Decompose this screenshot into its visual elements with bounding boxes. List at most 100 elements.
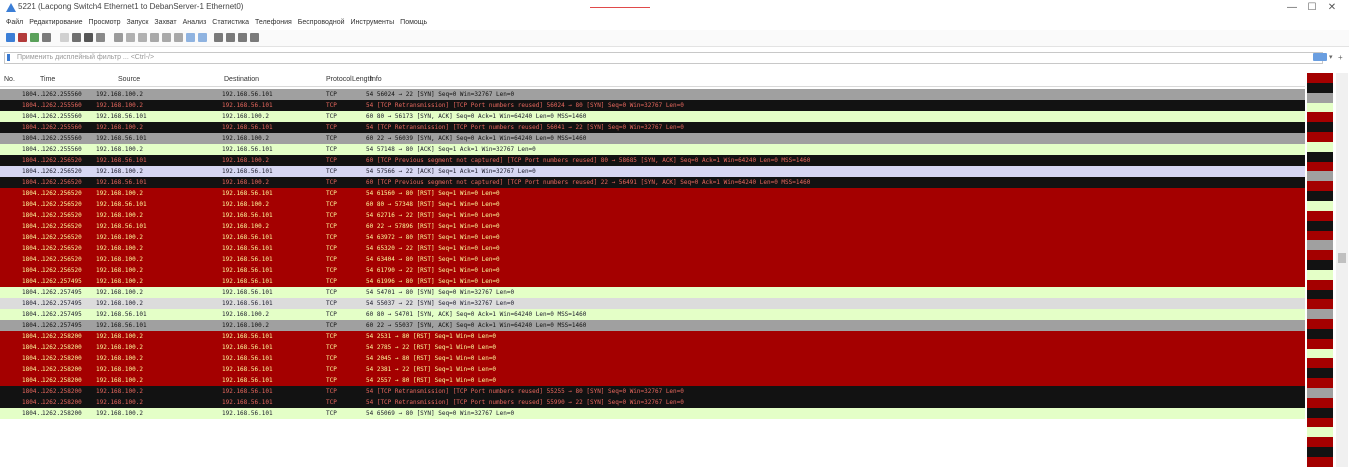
packet-minimap[interactable] bbox=[1307, 73, 1333, 467]
packet-row[interactable]: 1804.. 1262.258200 192.168.100.2 192.168.56… bbox=[0, 408, 1305, 419]
packet-row[interactable]: 1804.. 1262.256520 192.168.56.101 192.168.1… bbox=[0, 177, 1305, 188]
find-packet-icon[interactable] bbox=[114, 33, 123, 42]
close-button[interactable]: ✕ bbox=[1322, 1, 1342, 15]
column-header-no[interactable]: No. bbox=[4, 76, 15, 83]
packet-proto-cell: TCP bbox=[326, 223, 337, 230]
column-header-destination[interactable]: Destination bbox=[224, 76, 259, 83]
packet-row[interactable]: 1804.. 1262.257495 192.168.100.2 192.168.56… bbox=[0, 276, 1305, 287]
packet-row[interactable]: 1804.. 1262.256520 192.168.100.2 192.168.56… bbox=[0, 232, 1305, 243]
menu-item-4[interactable]: Захват bbox=[154, 17, 176, 29]
packet-dst-cell: 192.168.100.2 bbox=[222, 113, 269, 120]
capture-options-icon[interactable] bbox=[42, 33, 51, 42]
packet-row[interactable]: 1804.. 1262.255560 192.168.100.2 192.168.56… bbox=[0, 89, 1305, 100]
menu-item-7[interactable]: Телефония bbox=[255, 17, 292, 29]
packet-proto-cell: TCP bbox=[326, 355, 337, 362]
packet-src-cell: 192.168.100.2 bbox=[96, 377, 143, 384]
minimap-stripe bbox=[1307, 417, 1333, 428]
display-filter-input[interactable]: Применить дисплейный фильтр ... <Ctrl-/> bbox=[4, 52, 1323, 64]
maximize-button[interactable]: ☐ bbox=[1302, 1, 1322, 15]
column-header-source[interactable]: Source bbox=[118, 76, 140, 83]
packet-row[interactable]: 1804.. 1262.256520 192.168.56.101 192.168.1… bbox=[0, 221, 1305, 232]
packet-proto-cell: TCP bbox=[326, 157, 337, 164]
packet-row[interactable]: 1804.. 1262.257495 192.168.56.101 192.168.1… bbox=[0, 309, 1305, 320]
packet-row[interactable]: 1804.. 1262.256520 192.168.100.2 192.168.56… bbox=[0, 254, 1305, 265]
normal-size-icon[interactable] bbox=[238, 33, 247, 42]
menu-item-8[interactable]: Беспроводной bbox=[298, 17, 345, 29]
reload-file-icon[interactable] bbox=[96, 33, 105, 42]
packet-row[interactable]: 1804.. 1262.258200 192.168.100.2 192.168.56… bbox=[0, 364, 1305, 375]
menu-item-9[interactable]: Инструменты bbox=[351, 17, 395, 29]
packet-row[interactable]: 1804.. 1262.256520 192.168.100.2 192.168.56… bbox=[0, 265, 1305, 276]
packet-proto-cell: TCP bbox=[326, 124, 337, 131]
go-forward-icon[interactable] bbox=[138, 33, 147, 42]
menu-item-10[interactable]: Помощь bbox=[400, 17, 427, 29]
packet-row[interactable]: 1804.. 1262.258200 192.168.100.2 192.168.56… bbox=[0, 386, 1305, 397]
packet-row[interactable]: 1804.. 1262.255560 192.168.100.2 192.168.56… bbox=[0, 122, 1305, 133]
close-file-icon[interactable] bbox=[84, 33, 93, 42]
packet-row[interactable]: 1804.. 1262.256520 192.168.100.2 192.168.56… bbox=[0, 210, 1305, 221]
apply-filter-button[interactable] bbox=[1313, 53, 1327, 61]
menu-item-3[interactable]: Запуск bbox=[127, 17, 149, 29]
vertical-scrollbar[interactable] bbox=[1336, 73, 1348, 467]
packet-row[interactable]: 1804.. 1262.258200 192.168.100.2 192.168.56… bbox=[0, 375, 1305, 386]
packet-time-cell: 1262.256520 bbox=[42, 234, 82, 241]
packet-row[interactable]: 1804.. 1262.256520 192.168.100.2 192.168.56… bbox=[0, 243, 1305, 254]
packet-row[interactable]: 1804.. 1262.257495 192.168.100.2 192.168.56… bbox=[0, 287, 1305, 298]
stop-capture-icon[interactable] bbox=[18, 33, 27, 42]
column-header-protocol[interactable]: Protocol bbox=[326, 76, 352, 83]
packet-no-cell: 1804.. bbox=[22, 234, 44, 241]
go-back-icon[interactable] bbox=[126, 33, 135, 42]
column-header-time[interactable]: Time bbox=[40, 76, 55, 83]
add-filter-button[interactable]: + bbox=[1338, 53, 1346, 62]
packet-row[interactable]: 1804.. 1262.256520 192.168.100.2 192.168.56… bbox=[0, 166, 1305, 177]
last-packet-icon[interactable] bbox=[174, 33, 183, 42]
packet-row[interactable]: 1804.. 1262.258200 192.168.100.2 192.168.56… bbox=[0, 331, 1305, 342]
packet-row[interactable]: 1804.. 1262.258200 192.168.100.2 192.168.56… bbox=[0, 397, 1305, 408]
menu-item-1[interactable]: Редактирование bbox=[29, 17, 82, 29]
go-to-packet-icon[interactable] bbox=[150, 33, 159, 42]
minimap-stripe bbox=[1307, 73, 1333, 83]
packet-row[interactable]: 1804.. 1262.257495 192.168.56.101 192.168.1… bbox=[0, 320, 1305, 331]
minimap-stripe bbox=[1307, 397, 1333, 408]
packet-row[interactable]: 1804.. 1262.255560 192.168.100.2 192.168.56… bbox=[0, 100, 1305, 111]
minimap-stripe bbox=[1307, 92, 1333, 103]
packet-time-cell: 1262.257495 bbox=[42, 278, 82, 285]
first-packet-icon[interactable] bbox=[162, 33, 171, 42]
start-capture-icon[interactable] bbox=[6, 33, 15, 42]
packet-time-cell: 1262.257495 bbox=[42, 289, 82, 296]
colorize-icon[interactable] bbox=[198, 33, 207, 42]
restart-capture-icon[interactable] bbox=[30, 33, 39, 42]
packet-no-cell: 1804.. bbox=[22, 300, 44, 307]
packet-proto-cell: TCP bbox=[326, 245, 337, 252]
resize-columns-icon[interactable] bbox=[250, 33, 259, 42]
autoscroll-icon[interactable] bbox=[186, 33, 195, 42]
packet-row[interactable]: 1804.. 1262.258200 192.168.100.2 192.168.56… bbox=[0, 342, 1305, 353]
packet-src-cell: 192.168.100.2 bbox=[96, 190, 143, 197]
packet-row[interactable]: 1804.. 1262.257495 192.168.100.2 192.168.56… bbox=[0, 298, 1305, 309]
packet-src-cell: 192.168.100.2 bbox=[96, 256, 143, 263]
packet-row[interactable]: 1804.. 1262.255560 192.168.56.101 192.168.1… bbox=[0, 133, 1305, 144]
menu-item-5[interactable]: Анализ bbox=[183, 17, 207, 29]
save-file-icon[interactable] bbox=[72, 33, 81, 42]
minimize-button[interactable]: — bbox=[1282, 1, 1302, 15]
packet-time-cell: 1262.256520 bbox=[42, 157, 82, 164]
packet-proto-cell: TCP bbox=[326, 135, 337, 142]
packet-row[interactable]: 1804.. 1262.258200 192.168.100.2 192.168.56… bbox=[0, 353, 1305, 364]
column-header-info[interactable]: Info bbox=[370, 76, 382, 83]
menu-item-6[interactable]: Статистика bbox=[212, 17, 249, 29]
packet-row[interactable]: 1804.. 1262.255560 192.168.100.2 192.168.56… bbox=[0, 144, 1305, 155]
menu-item-0[interactable]: Файл bbox=[6, 17, 23, 29]
filter-history-dropdown[interactable]: ▾ bbox=[1329, 53, 1337, 62]
packet-row[interactable]: 1804.. 1262.256520 192.168.56.101 192.168.1… bbox=[0, 155, 1305, 166]
packet-row[interactable]: 1804.. 1262.255560 192.168.56.101 192.168.1… bbox=[0, 111, 1305, 122]
minimap-stripe bbox=[1307, 220, 1333, 231]
menu-item-2[interactable]: Просмотр bbox=[89, 17, 121, 29]
packet-row[interactable]: 1804.. 1262.256520 192.168.100.2 192.168.56… bbox=[0, 188, 1305, 199]
scrollbar-thumb[interactable] bbox=[1338, 253, 1346, 263]
open-file-icon[interactable] bbox=[60, 33, 69, 42]
packet-row[interactable]: 1804.. 1262.256520 192.168.56.101 192.168.1… bbox=[0, 199, 1305, 210]
packet-proto-cell: TCP bbox=[326, 388, 337, 395]
zoom-in-icon[interactable] bbox=[214, 33, 223, 42]
bookmark-filter-icon[interactable] bbox=[7, 54, 10, 61]
zoom-out-icon[interactable] bbox=[226, 33, 235, 42]
